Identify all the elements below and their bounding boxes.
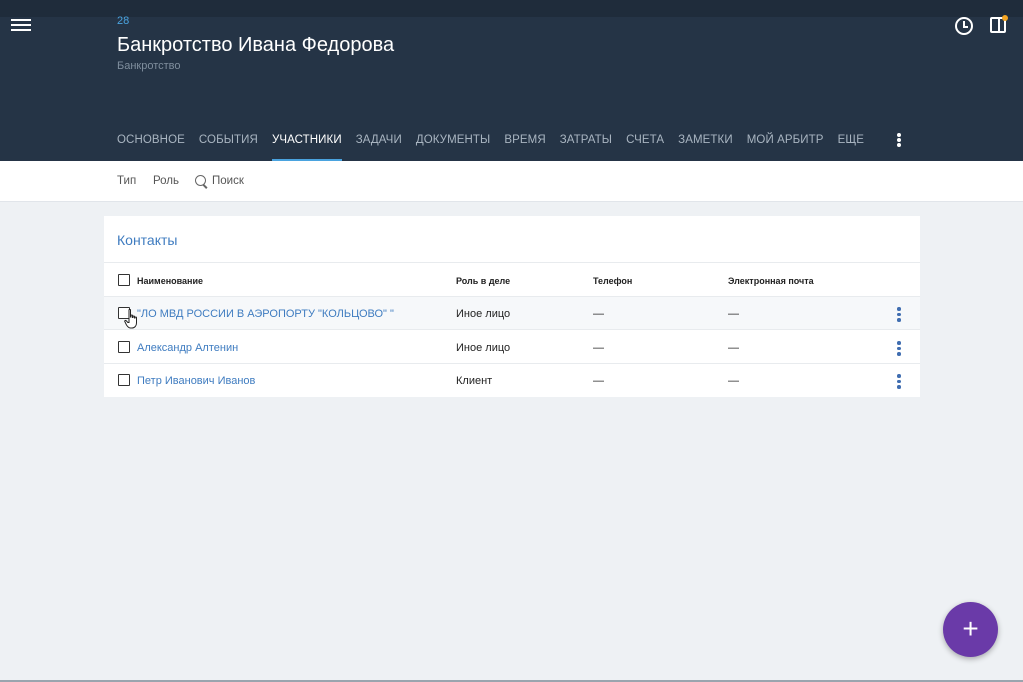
- column-header-phone[interactable]: Телефон: [593, 276, 632, 286]
- search-input[interactable]: [212, 171, 372, 191]
- contact-role: Иное лицо: [456, 342, 511, 354]
- search-icon: [195, 175, 208, 188]
- tab-notes[interactable]: ЗАМЕТКИ: [678, 120, 733, 161]
- contact-email: —: [728, 342, 739, 354]
- column-header-name[interactable]: Наименование: [137, 276, 203, 286]
- contact-phone: —: [593, 375, 604, 387]
- hand-cursor-icon: [124, 309, 137, 329]
- tab-documents[interactable]: ДОКУМЕНТЫ: [416, 120, 491, 161]
- top-strip: [0, 0, 1023, 17]
- more-vertical-icon[interactable]: [897, 374, 901, 389]
- contact-name-link[interactable]: Петр Иванович Иванов: [137, 375, 255, 387]
- filter-type[interactable]: Тип: [117, 175, 136, 187]
- add-button[interactable]: +: [943, 602, 998, 657]
- column-header-role[interactable]: Роль в деле: [456, 276, 510, 286]
- select-all-checkbox[interactable]: [118, 274, 130, 286]
- row-checkbox[interactable]: [118, 341, 130, 353]
- tab-main[interactable]: ОСНОВНОЕ: [117, 120, 185, 161]
- more-vertical-icon[interactable]: [897, 341, 901, 356]
- contact-name-link[interactable]: Александр Алтенин: [137, 342, 238, 354]
- contact-role: Клиент: [456, 375, 493, 387]
- tab-events[interactable]: СОБЫТИЯ: [199, 120, 258, 161]
- case-number: 28: [117, 15, 130, 27]
- case-title: Банкротство Ивана Федорова: [117, 34, 395, 56]
- filter-role[interactable]: Роль: [153, 175, 179, 187]
- hamburger-menu-icon[interactable]: [11, 16, 31, 34]
- table-row[interactable]: "ЛО МВД РОССИИ В АЭРОПОРТУ "КОЛЬЦОВО" " …: [104, 297, 920, 330]
- contacts-card: Контакты Наименование Роль в деле Телефо…: [104, 216, 920, 397]
- contact-role: Иное лицо: [456, 308, 511, 320]
- more-vertical-icon[interactable]: [897, 307, 901, 322]
- table-row[interactable]: Александр Алтенин Иное лицо — —: [104, 331, 920, 364]
- row-checkbox[interactable]: [118, 374, 130, 386]
- column-header-email[interactable]: Электронная почта: [728, 276, 814, 286]
- tab-my-arbiter[interactable]: МОЙ АРБИТР: [747, 120, 824, 161]
- tab-expenses[interactable]: ЗАТРАТЫ: [560, 120, 612, 161]
- tab-time[interactable]: ВРЕМЯ: [504, 120, 545, 161]
- contact-phone: —: [593, 342, 604, 354]
- tab-invoices[interactable]: СЧЕТА: [626, 120, 664, 161]
- more-vertical-icon[interactable]: [897, 133, 901, 147]
- table-header: Наименование Роль в деле Телефон Электро…: [104, 263, 920, 297]
- case-tabs: ОСНОВНОЕ СОБЫТИЯ УЧАСТНИКИ ЗАДАЧИ ДОКУМЕ…: [117, 120, 878, 161]
- contact-name-link[interactable]: "ЛО МВД РОССИИ В АЭРОПОРТУ "КОЛЬЦОВО" ": [137, 308, 394, 320]
- filter-bar: Тип Роль: [0, 161, 1023, 202]
- tab-more[interactable]: ЕЩЕ: [838, 120, 864, 161]
- tab-participants[interactable]: УЧАСТНИКИ: [271, 120, 342, 161]
- contact-email: —: [728, 375, 739, 387]
- case-subtitle: Банкротство: [117, 60, 181, 72]
- case-header: 28 Банкротство Ивана Федорова Банкротств…: [0, 0, 1023, 161]
- notification-dot: [1002, 15, 1008, 21]
- tab-tasks[interactable]: ЗАДАЧИ: [356, 120, 402, 161]
- clock-icon[interactable]: [955, 17, 973, 35]
- contact-phone: —: [593, 308, 604, 320]
- contacts-title: Контакты: [117, 232, 178, 248]
- table-row[interactable]: Петр Иванович Иванов Клиент — —: [104, 364, 920, 397]
- contact-email: —: [728, 308, 739, 320]
